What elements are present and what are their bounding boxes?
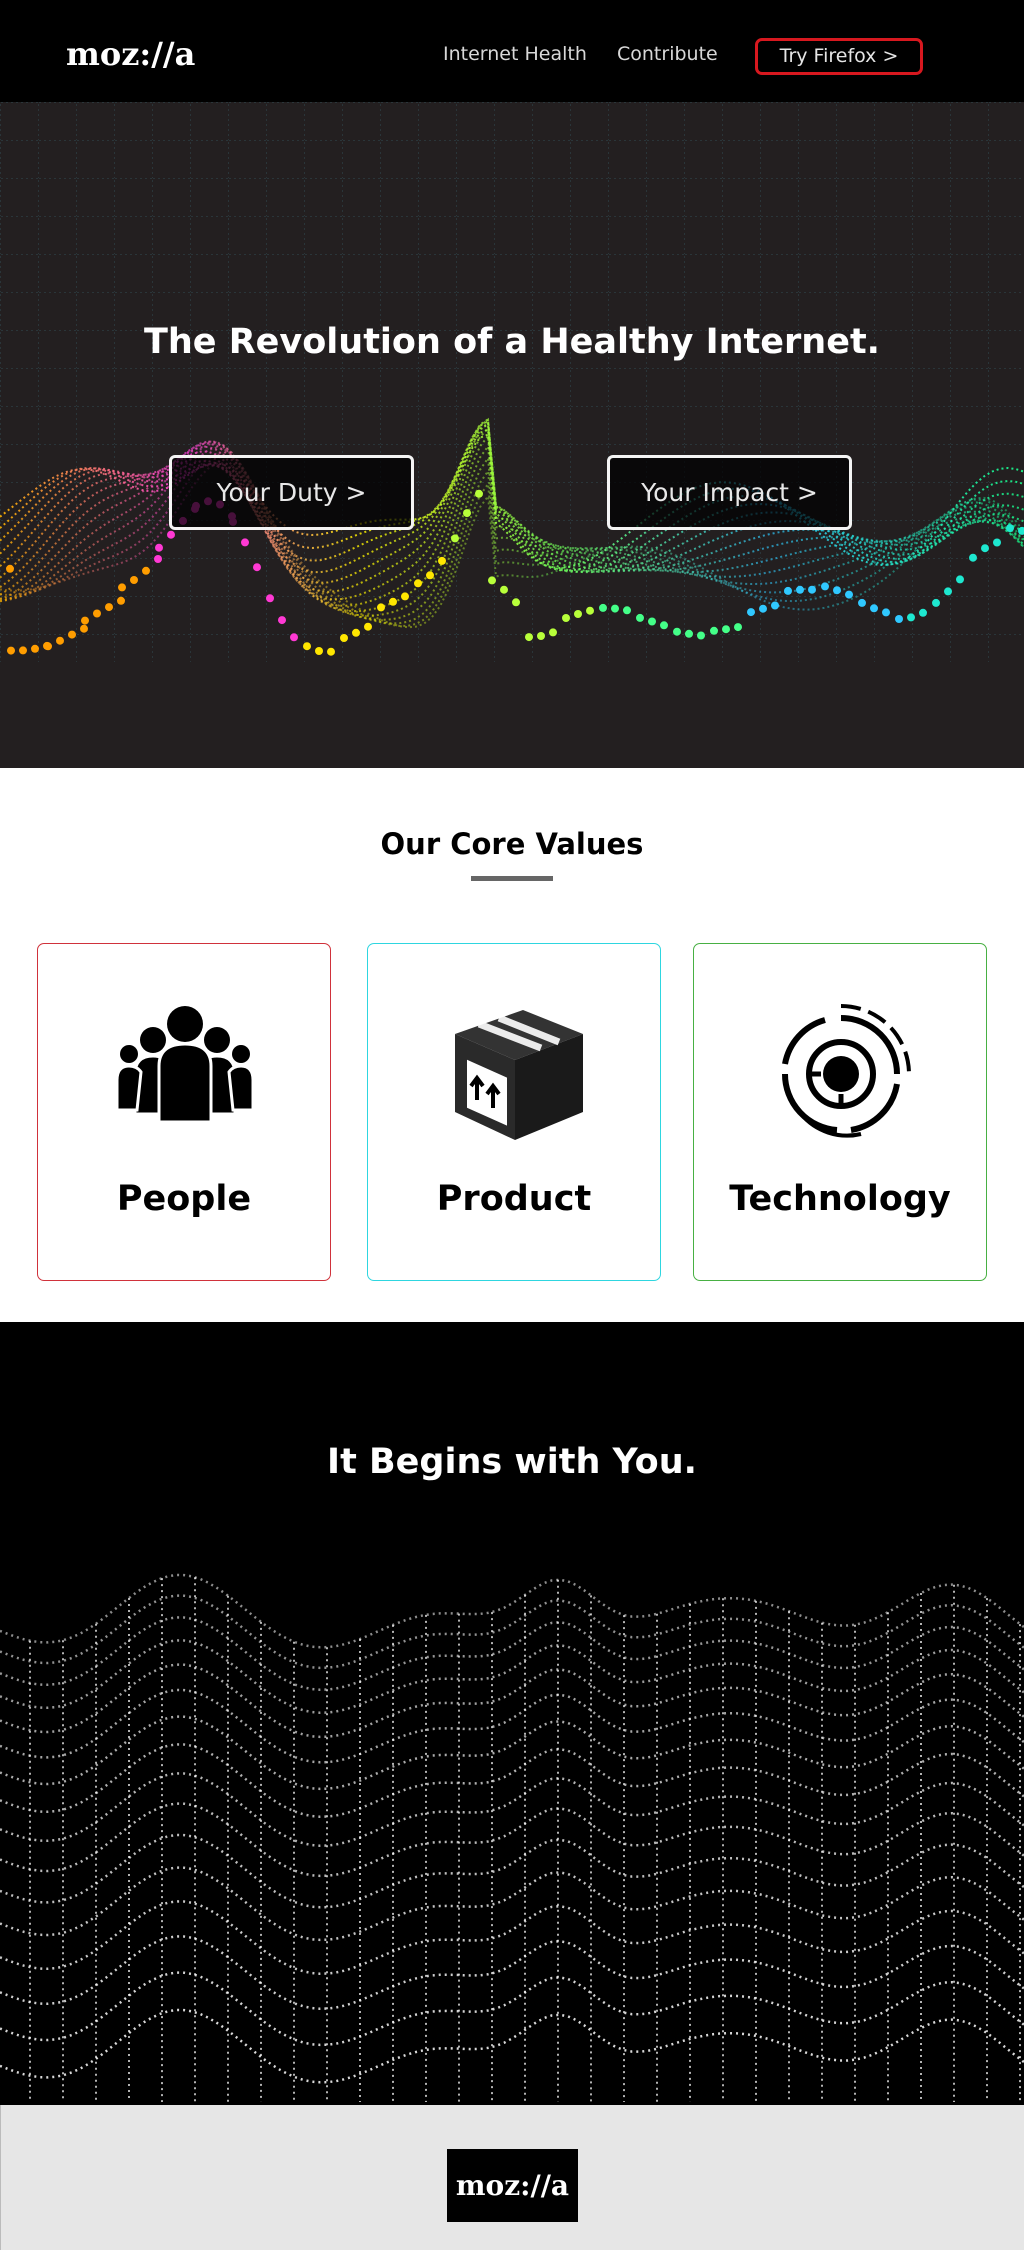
- box-icon: [455, 1010, 583, 1140]
- people-card[interactable]: People: [37, 943, 331, 1281]
- target-icon: [781, 1004, 911, 1138]
- people-label: People: [116, 1179, 252, 1219]
- try-firefox-button[interactable]: Try Firefox >: [755, 38, 923, 75]
- footer-mozilla-logo[interactable]: moz://a: [447, 2149, 578, 2222]
- begins-section: It Begins with You.: [0, 1322, 1024, 2105]
- mozilla-logo[interactable]: moz://a: [66, 34, 195, 74]
- title-underline: [471, 876, 553, 881]
- hero-wave-graphic: [0, 102, 1024, 768]
- begins-title: It Begins with You.: [327, 1442, 697, 1482]
- technology-label: Technology: [729, 1179, 951, 1219]
- product-label: Product: [436, 1179, 592, 1219]
- hero-title: The Revolution of a Healthy Internet.: [144, 322, 880, 362]
- top-nav: moz://a Internet Health Contribute Try F…: [0, 0, 1024, 102]
- nav-link-contribute[interactable]: Contribute: [617, 42, 718, 66]
- core-values-title: Our Core Values: [380, 827, 644, 861]
- technology-card[interactable]: Technology: [693, 943, 987, 1281]
- nav-link-internet-health[interactable]: Internet Health: [443, 42, 587, 66]
- product-card[interactable]: Product: [367, 943, 661, 1281]
- your-duty-button[interactable]: Your Duty >: [169, 455, 414, 530]
- your-impact-button[interactable]: Your Impact >: [607, 455, 852, 530]
- hero-section: The Revolution of a Healthy Internet. Yo…: [0, 102, 1024, 768]
- core-values-section: Our Core Values People Product Technolog…: [0, 768, 1024, 1322]
- people-icon: [115, 1006, 255, 1124]
- footer: moz://a: [0, 2105, 1024, 2250]
